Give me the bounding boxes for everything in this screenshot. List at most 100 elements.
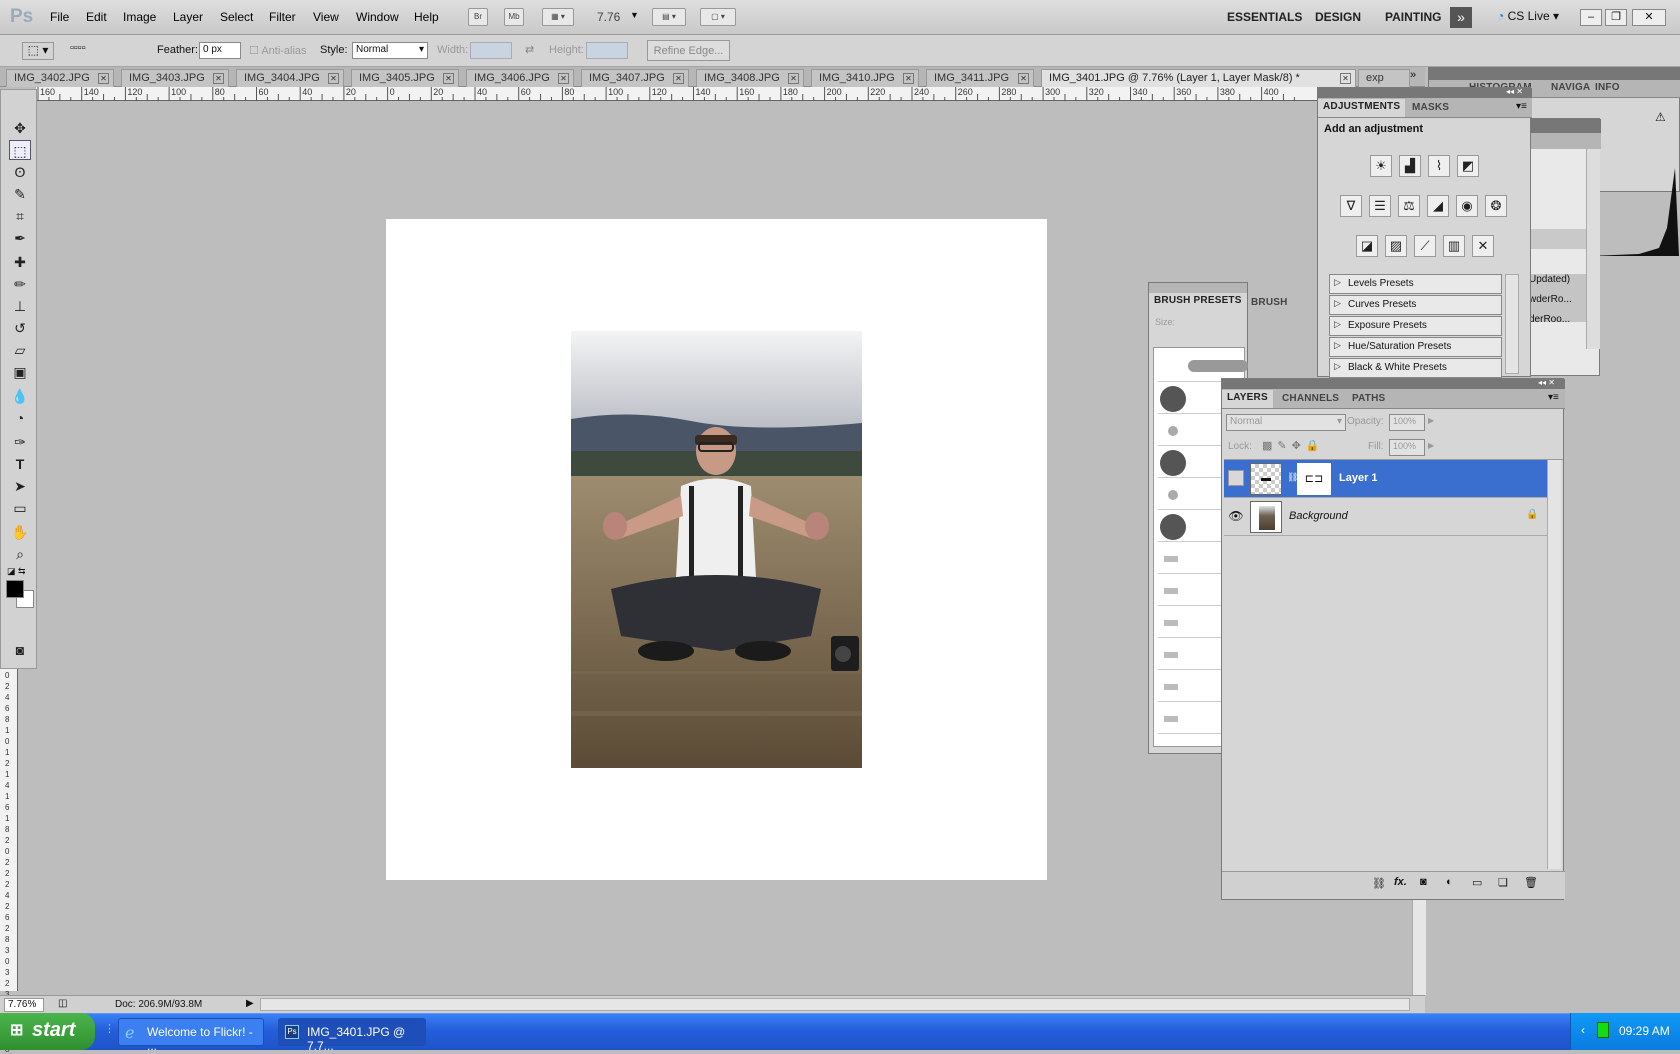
black-white-presets[interactable]: Black & White Presets bbox=[1329, 358, 1502, 378]
close-icon[interactable]: ✕ bbox=[788, 73, 799, 84]
more-workspaces-icon[interactable]: » bbox=[1450, 7, 1472, 28]
crop-tool-icon[interactable]: ⌗ bbox=[9, 206, 31, 226]
brush-preset[interactable] bbox=[1158, 512, 1226, 542]
menu-edit[interactable]: Edit bbox=[86, 10, 107, 24]
default-colors-icon[interactable]: ◪ ⇆ bbox=[7, 566, 26, 577]
refine-edge-button[interactable]: Refine Edge... bbox=[647, 40, 730, 61]
rectangular-marquee-tool-icon[interactable]: ⬚ bbox=[9, 140, 31, 160]
healing-brush-tool-icon[interactable]: ✚ bbox=[9, 252, 31, 272]
menu-image[interactable]: Image bbox=[123, 10, 156, 24]
collapse-icon[interactable]: ◂◂ ✕ bbox=[1506, 87, 1523, 96]
play-icon[interactable]: ▶ bbox=[246, 998, 254, 1009]
foreground-color-swatch[interactable] bbox=[6, 580, 24, 598]
more-tabs-icon[interactable]: » bbox=[1410, 69, 1416, 81]
brightness-contrast-icon[interactable]: ☀ bbox=[1370, 155, 1392, 177]
invert-icon[interactable]: ◪ bbox=[1356, 235, 1378, 257]
arrange-documents-button[interactable]: ▤ ▾ bbox=[652, 8, 686, 26]
brush-preset[interactable] bbox=[1158, 640, 1226, 670]
exposure-icon[interactable]: ◩ bbox=[1457, 155, 1479, 177]
tab-brush[interactable]: BRUSH bbox=[1251, 297, 1288, 308]
start-button[interactable]: ⊞ start bbox=[0, 1013, 95, 1050]
brush-preset[interactable] bbox=[1158, 544, 1226, 574]
menu-filter[interactable]: Filter bbox=[269, 10, 296, 24]
tab-layers[interactable]: LAYERS bbox=[1222, 390, 1273, 408]
history-brush-tool-icon[interactable]: ↺ bbox=[9, 318, 31, 338]
doc-tab[interactable]: IMG_3408.JPG ✕ bbox=[696, 69, 804, 87]
workspace-design[interactable]: DESIGN bbox=[1315, 10, 1361, 24]
dodge-tool-icon[interactable]: ◔ bbox=[9, 408, 31, 428]
layer-name[interactable]: Background bbox=[1289, 510, 1348, 522]
horizontal-scrollbar[interactable] bbox=[260, 998, 1410, 1011]
visibility-toggle[interactable] bbox=[1228, 470, 1244, 486]
menu-select[interactable]: Select bbox=[220, 10, 253, 24]
quick-selection-tool-icon[interactable]: ✎ bbox=[9, 184, 31, 204]
doc-tab-active[interactable]: IMG_3401.JPG @ 7.76% (Layer 1, Layer Mas… bbox=[1041, 69, 1356, 87]
history-scrollbar[interactable] bbox=[1586, 149, 1600, 349]
layer-style-icon[interactable]: fx. bbox=[1394, 876, 1407, 888]
menu-window[interactable]: Window bbox=[356, 10, 399, 24]
gradient-map-icon[interactable]: ▥ bbox=[1443, 235, 1465, 257]
panel-menu-icon[interactable]: ▾≡ bbox=[1516, 101, 1527, 112]
tab-info[interactable]: INFO bbox=[1595, 82, 1620, 93]
status-menu-icon[interactable]: ◫ bbox=[58, 998, 67, 1009]
rectangle-tool-icon[interactable]: ▭ bbox=[9, 498, 31, 518]
black-white-icon[interactable]: ◢ bbox=[1427, 195, 1449, 217]
brush-preset[interactable] bbox=[1158, 384, 1226, 414]
layer-thumbnail[interactable] bbox=[1250, 501, 1282, 533]
play-icon[interactable]: ▶ bbox=[1428, 441, 1434, 450]
brush-preset[interactable] bbox=[1158, 608, 1226, 638]
eye-icon[interactable]: 👁 bbox=[1228, 508, 1244, 524]
play-icon[interactable]: ▶ bbox=[1428, 416, 1434, 425]
curves-presets[interactable]: Curves Presets bbox=[1329, 295, 1502, 315]
chevron-down-icon[interactable]: ▼ bbox=[630, 10, 639, 20]
quick-mask-icon[interactable]: ◙ bbox=[9, 640, 31, 660]
fill-input[interactable]: 100% bbox=[1389, 439, 1425, 456]
zoom-level[interactable]: 7.76 bbox=[597, 10, 620, 24]
width-input[interactable] bbox=[470, 42, 512, 59]
opacity-input[interactable]: 100% bbox=[1389, 414, 1425, 431]
doc-tab[interactable]: IMG_3411.JPG ✕ bbox=[926, 69, 1034, 87]
vibrance-icon[interactable]: ∇ bbox=[1340, 195, 1362, 217]
posterize-icon[interactable]: ▨ bbox=[1385, 235, 1407, 257]
move-tool-icon[interactable]: ✥ bbox=[9, 118, 31, 138]
add-mask-icon[interactable]: ◙ bbox=[1420, 876, 1427, 888]
hue-saturation-icon[interactable]: ☰ bbox=[1369, 195, 1391, 217]
tray-app-icon[interactable] bbox=[1597, 1022, 1609, 1038]
close-icon[interactable]: ✕ bbox=[98, 73, 109, 84]
clone-stamp-tool-icon[interactable]: ⊥ bbox=[9, 296, 31, 316]
tab-adjustments[interactable]: ADJUSTMENTS bbox=[1318, 99, 1406, 117]
brush-preset[interactable] bbox=[1158, 704, 1226, 734]
expand-tray-icon[interactable]: ‹ bbox=[1581, 1023, 1585, 1037]
blur-tool-icon[interactable]: 💧 bbox=[9, 386, 31, 406]
brush-preset[interactable] bbox=[1158, 448, 1226, 478]
cs-live-menu[interactable]: ◔ CS Live ▾ bbox=[1497, 9, 1559, 23]
eyedropper-tool-icon[interactable]: ✒ bbox=[9, 228, 31, 248]
close-icon[interactable]: ✕ bbox=[1340, 73, 1351, 84]
swap-icon[interactable]: ⇄ bbox=[525, 43, 534, 56]
brush-preset[interactable] bbox=[1158, 672, 1226, 702]
layers-scrollbar[interactable] bbox=[1547, 460, 1561, 869]
style-select[interactable]: Normal ▾ bbox=[352, 42, 428, 59]
link-layers-icon[interactable]: ⛓ bbox=[1372, 877, 1386, 890]
height-input[interactable] bbox=[586, 42, 628, 59]
brush-preset[interactable] bbox=[1158, 576, 1226, 606]
photo-filter-icon[interactable]: ◉ bbox=[1456, 195, 1478, 217]
close-icon[interactable]: ✕ bbox=[213, 73, 224, 84]
bridge-button[interactable]: Br bbox=[468, 8, 488, 26]
doc-tab[interactable]: IMG_3403.JPG ✕ bbox=[121, 69, 229, 87]
doc-tab[interactable]: IMG_3406.JPG ✕ bbox=[466, 69, 574, 87]
close-icon[interactable]: ✕ bbox=[903, 73, 914, 84]
adjustment-layer-icon[interactable]: ◐ bbox=[1446, 876, 1453, 888]
tab-masks[interactable]: MASKS bbox=[1412, 102, 1449, 113]
panel-menu-icon[interactable]: ▾≡ bbox=[1548, 392, 1559, 403]
close-icon[interactable]: ✕ bbox=[558, 73, 569, 84]
layer-row-layer1[interactable]: ▬ ⛓ ⊏⊐ Layer 1 bbox=[1224, 460, 1551, 498]
threshold-icon[interactable]: ⟋ bbox=[1414, 235, 1436, 257]
screen-mode-button[interactable]: ▢ ▾ bbox=[700, 8, 736, 26]
new-layer-icon[interactable]: ❏ bbox=[1498, 876, 1508, 889]
layer-mask-thumbnail[interactable]: ⊏⊐ bbox=[1297, 463, 1331, 495]
workspace-essentials[interactable]: ESSENTIALS bbox=[1227, 10, 1302, 24]
history-item[interactable]: wderRo... bbox=[1529, 294, 1572, 305]
brush-preset[interactable] bbox=[1158, 352, 1248, 382]
lasso-tool-icon[interactable]: ʘ bbox=[9, 162, 31, 182]
